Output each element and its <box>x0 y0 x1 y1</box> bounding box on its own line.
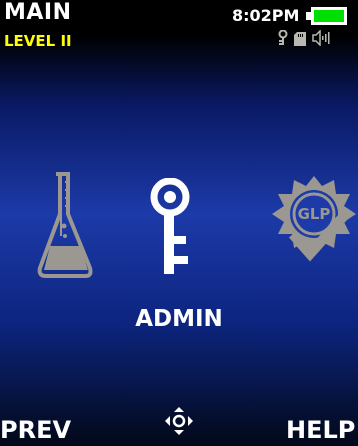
screen-title: MAIN <box>4 0 72 25</box>
help-softkey[interactable]: HELP <box>286 416 355 444</box>
svg-text:GLP: GLP <box>298 205 331 223</box>
prev-softkey[interactable]: PREV <box>0 416 71 444</box>
main-screen: MAIN LEVEL II 8:02PM GLP ADMIN PREV HELP <box>0 0 358 446</box>
clock: 8:02PM <box>232 6 300 25</box>
key-icon[interactable] <box>146 178 194 278</box>
flask-icon[interactable] <box>34 170 96 280</box>
glp-icon[interactable]: GLP <box>270 172 358 268</box>
key-status-icon <box>278 29 288 50</box>
navigation-pad-icon[interactable] <box>165 407 193 435</box>
speaker-icon <box>312 29 330 50</box>
sd-card-icon <box>294 31 306 50</box>
access-level: LEVEL II <box>4 32 72 50</box>
status-icons <box>278 29 330 50</box>
selected-app-label: ADMIN <box>135 306 223 332</box>
battery-icon <box>306 7 347 25</box>
